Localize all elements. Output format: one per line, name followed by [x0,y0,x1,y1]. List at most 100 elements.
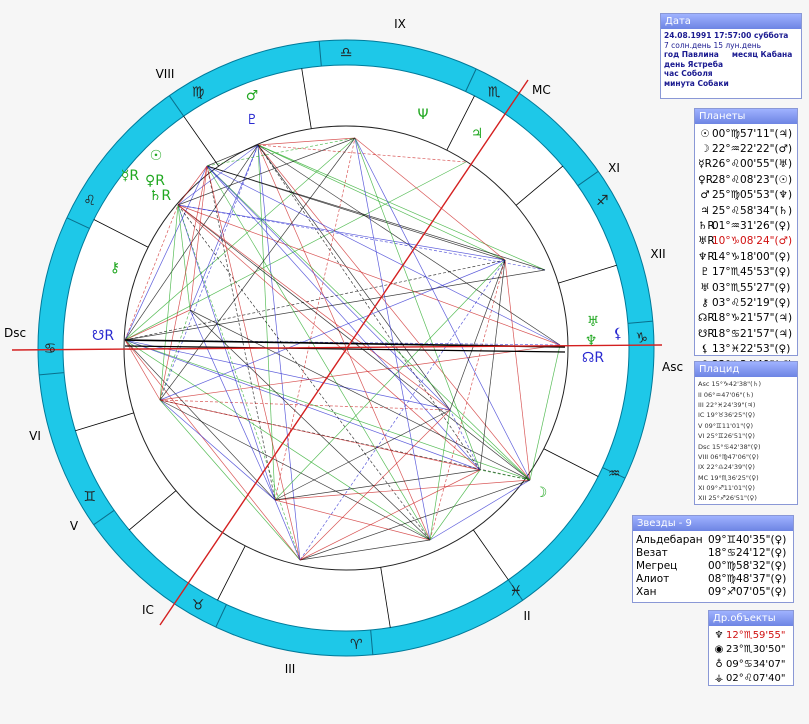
star-position: 18°♋24'12"(♀) [708,546,787,559]
house-cusp-text: IC 19°♉36'25"(♀) [698,411,756,420]
zodiac-sign-virgo: ♍ [192,85,205,101]
object-glyph: ♁ [715,658,723,670]
house-5-label: V [70,519,79,533]
house-cusp-row: XII 25°♐26'51"(♀) [698,493,794,503]
planet-venus-glyph: ♀R [145,173,165,189]
planet-glyph: ♆R [698,250,715,263]
planet-position: 00°♍57'11"(♃) [712,127,793,140]
house-cusp-text: IX 22°♎24'39"(♀) [698,463,755,472]
planet-position: 01°♒31'26"(♀) [712,220,791,233]
house-cusp-text: XII 25°♐26'51"(♀) [698,494,757,503]
planets-panel: Планеты ☉ 00°♍57'11"(♃) ☽ 22°♒22'22"(♂) ☿R 26… [694,108,798,371]
star-position: 09°♊40'35"(♀) [708,533,787,546]
house-cusp-text: III 22°♓24'39"(♃) [698,400,756,409]
planets-panel-title: Планеты [695,109,797,124]
planet-row: ♆R 14°♑18'00"(♀) [698,249,794,264]
planet-glyph: ☋R [698,327,715,340]
planet-position: 22°♒22'22"(♂) [712,143,793,156]
other-objects-panel: Др.объекты ♆ 12°♏59'55" ◉ 23°♏30'50" ♁ 09°♋34… [708,610,794,686]
house-cusp-text: II 06°♒47'06"(♄) [698,390,754,399]
natal-chart-wheel: DscAscMCIC ♒♓♈♉♊♋♌♍♎♏♐♑ IIIIIVVIVIIIIXXI… [4,17,683,676]
planet-position: 18°♑21'57"(♃) [712,312,793,325]
zodiac-sign-gemini: ♊ [83,489,96,505]
planet-lilith-glyph: ⚸ [613,326,623,342]
zodiac-sign-libra: ♎ [340,45,353,61]
planet-row: ☊R 18°♑21'57"(♃) [698,311,794,326]
house-cusp-text: XI 09°♐11'01"(♀) [698,484,755,493]
house-cusp-text: Asc 15°♑42'38"(♄) [698,380,762,389]
planet-glyph: ♂ [700,189,710,202]
planet-glyph: ♀R [698,173,713,186]
planet-glyph: ♅ [700,281,710,294]
house-3-label: III [285,662,296,676]
star-row: Хан 09°♐07'05"(♀) [636,585,790,598]
planet-glyph: ⚷ [701,296,709,309]
planet-position: 28°♌08'23"(☉) [712,173,793,186]
object-row: ♁ 09°♋34'07" [712,657,790,672]
zodiac-sign-aries: ♈ [350,637,363,653]
axis-label-dsc: Dsc [4,326,26,340]
planet-glyph: ⚸ [701,343,709,356]
star-name: Везат [636,546,668,559]
planet-row: ♃ 25°♌58'34"(♄) [698,203,794,218]
house-12-label: XII [650,247,665,261]
object-position: 09°♋34'07" [726,658,786,670]
house-cusp-row: MC 19°♏36'25"(♀) [698,473,794,483]
house-cusp-row: IX 22°♎24'39"(♀) [698,462,794,472]
planet-north-node-glyph: ☊R [582,350,604,366]
planet-row: ♄R 01°♒31'26"(♀) [698,218,794,233]
date-line-month: месяц Кабана [731,50,793,59]
planet-row: ☉ 00°♍57'11"(♃) [698,126,794,141]
object-row: ◉ 23°♏30'50" [712,643,790,658]
planet-glyph: ☿R [698,158,712,171]
house-cusp-row: II 06°♒47'06"(♄) [698,389,794,399]
planet-uranus-glyph: ♅ [587,314,600,330]
date-line-2: 7 солн.день 15 лун.день [664,40,762,50]
star-position: 08°♍48'37"(♀) [708,572,787,585]
house-cusp-row: VI 25°♊26'51"(♀) [698,431,794,441]
house-8-label: VIII [156,67,175,81]
house-cusp-text: Dsc 15°♋42'38"(♀) [698,442,761,451]
other-objects-panel-title: Др.объекты [709,611,793,626]
date-line-year: год Павлина [664,50,719,59]
star-position: 00°♍58'32"(♀) [708,559,787,572]
zodiac-sign-sagittarius: ♐ [596,193,609,209]
house-6-label: VI [29,429,41,443]
object-row: ⚶ 02°♌07'40" [712,672,790,687]
object-glyph: ⚶ [714,673,724,685]
star-row: Альдебаран 09°♊40'35"(♀) [636,533,790,546]
house-cusp-row: III 22°♓24'39"(♃) [698,400,794,410]
planet-position: 14°♑18'00"(♀) [712,250,791,263]
date-line-1: 24.08.1991 17:57:00 суббота [664,31,789,40]
house-cusp-row: V 09°♊11'01"(♀) [698,421,794,431]
houses-panel-title: Плацид [695,362,797,377]
planet-glyph: ☊R [698,312,715,325]
planet-row: ⚸ 13°♓22'53"(♀) [698,341,794,356]
planet-position: 13°♓22'53"(♀) [712,343,791,356]
object-position: 23°♏30'50" [726,644,786,656]
planet-row: ⚷ 03°♌52'19"(♀) [698,295,794,310]
star-row: Мегрец 00°♍58'32"(♀) [636,559,790,572]
house-cusp-text: MC 19°♏36'25"(♀) [698,473,759,482]
planet-sun-glyph: ☉ [150,148,163,164]
house-cusp-text: V 09°♊11'01"(♀) [698,421,754,430]
planet-moon-glyph: ☽ [535,485,548,501]
house-cusp-row: IC 19°♉36'25"(♀) [698,410,794,420]
planet-south-node-glyph: ☋R [92,328,114,344]
planet-row: ♅R 10°♑08'24"(♂) [698,234,794,249]
zodiac-sign-capricorn: ♑ [636,331,649,347]
house-cusp-text: VIII 06°♍47'06"(♀) [698,452,759,461]
planet-position: 26°♌00'55"(♅) [712,158,793,171]
planet-glyph: ☽ [700,143,710,156]
planet-glyph: ♄R [698,220,715,233]
object-glyph: ♆ [714,629,724,641]
star-row: Везат 18°♋24'12"(♀) [636,546,790,559]
house-cusp-row: VIII 06°♍47'06"(♀) [698,452,794,462]
object-position: 02°♌07'40" [726,673,786,685]
date-line-day: день Ястреба [664,59,724,69]
planet-glyph: ☉ [700,127,710,140]
stars-panel-title: Звезды - 9 [633,516,793,531]
zodiac-sign-leo: ♌ [83,193,96,209]
planet-neptune-glyph: ♆ [585,333,598,349]
object-glyph: ◉ [714,644,724,656]
